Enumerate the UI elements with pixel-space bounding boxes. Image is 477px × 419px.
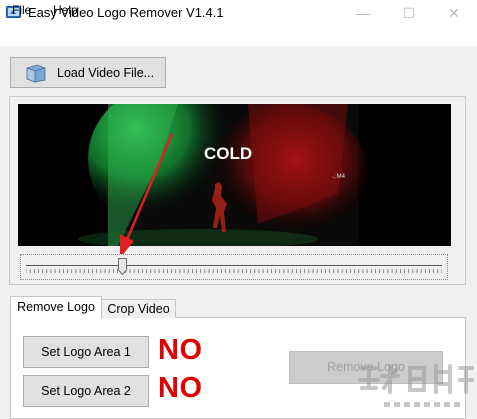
close-button[interactable]: ✕ [431,0,477,26]
slider-ticks [26,269,442,273]
video-preview: COLD ⸜:M4 [18,104,451,246]
logo-area-1-status: NO [158,334,203,366]
set-logo-area-2-button[interactable]: Set Logo Area 2 [23,375,149,407]
slider-track [26,265,442,266]
annotation-arrow [120,133,174,258]
maximize-button[interactable]: ☐ [386,0,432,26]
load-video-label: Load Video File... [57,66,155,80]
slider-thumb[interactable] [117,258,127,275]
minimize-button[interactable]: — [340,0,386,26]
video-frame-image: COLD ⸜:M4 [18,104,451,246]
folder-icon [26,64,46,83]
set-logo-area-1-button[interactable]: Set Logo Area 1 [23,336,149,368]
watermark-logo [358,364,474,407]
menu-help[interactable]: Help [53,3,78,17]
tab-remove-logo[interactable]: Remove Logo [10,296,102,318]
menu-file[interactable]: File [12,3,31,17]
logo-area-2-status: NO [158,372,203,404]
video-position-slider[interactable] [20,254,448,280]
tab-crop-video[interactable]: Crop Video [102,299,176,318]
menu-bar [0,26,477,46]
video-small-text: ⸜:M4 [332,174,346,180]
video-overlay-text: COLD [204,144,252,163]
load-video-button[interactable]: Load Video File... [10,57,166,88]
